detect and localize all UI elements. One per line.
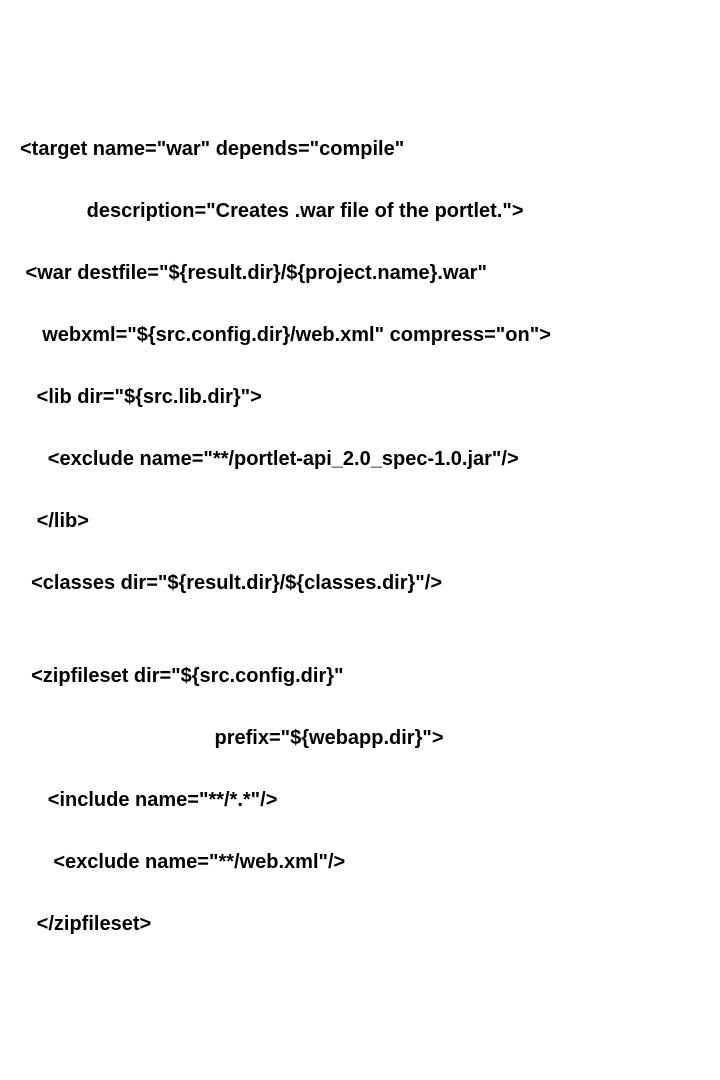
code-line: <war destfile="${result.dir}/${project.n…: [20, 258, 700, 289]
code-line: </zipfileset>: [20, 909, 700, 940]
code-line: <classes dir="${result.dir}/${classes.di…: [20, 568, 700, 599]
code-line: <target name="war" depends="compile": [20, 134, 700, 165]
code-line: <exclude name="**/portlet-api_2.0_spec-1…: [20, 444, 700, 475]
code-line: <include name="**/*.*"/>: [20, 785, 700, 816]
code-line: <zipfileset dir="${src.config.dir}": [20, 661, 700, 692]
code-line: description="Creates .war file of the po…: [20, 196, 700, 227]
code-line: webxml="${src.config.dir}/web.xml" compr…: [20, 320, 700, 351]
code-line: </lib>: [20, 506, 700, 537]
code-line: <exclude name="**/web.xml"/>: [20, 847, 700, 878]
code-line: <lib dir="${src.lib.dir}">: [20, 382, 700, 413]
code-line: prefix="${webapp.dir}">: [20, 723, 700, 754]
